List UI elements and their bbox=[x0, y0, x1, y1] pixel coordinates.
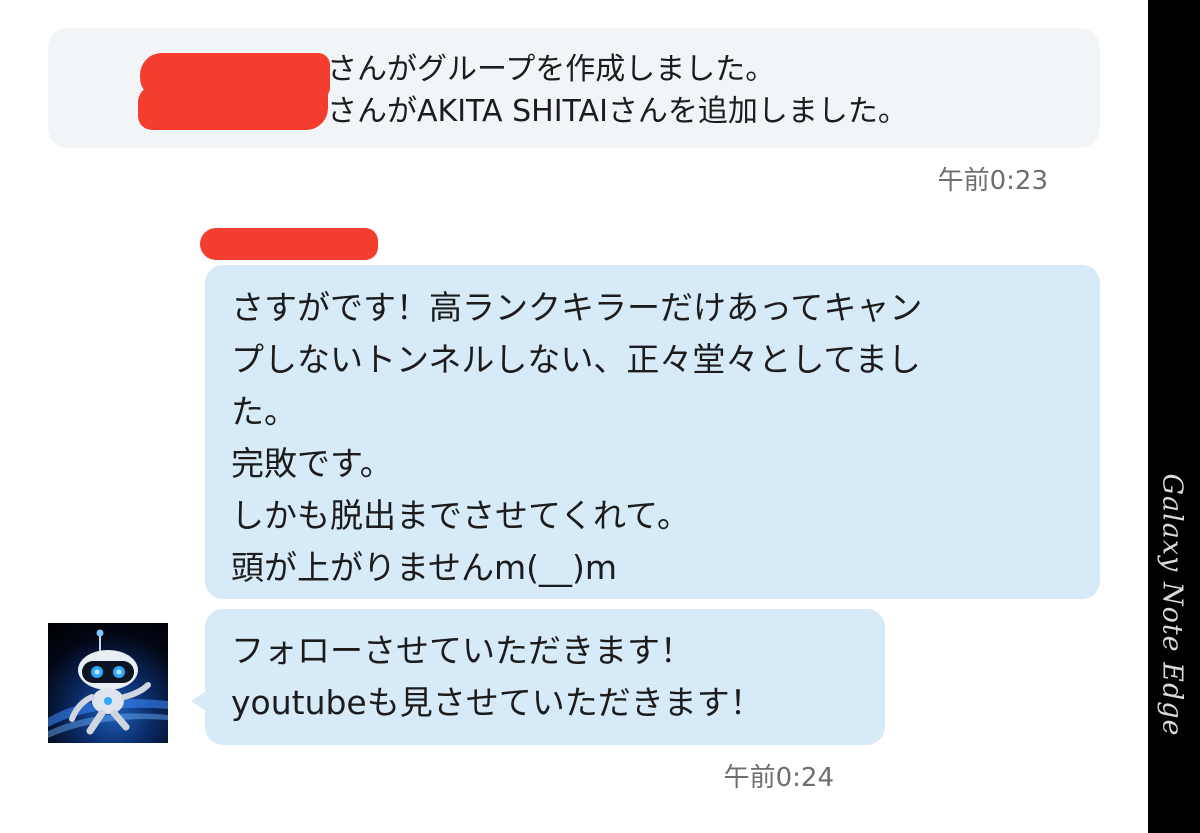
message-line: プしないトンネルしない、正々堂々としてまし bbox=[231, 340, 921, 379]
message-timestamp: 午前0:23 bbox=[937, 166, 1048, 196]
message-timestamp: 午前0:24 bbox=[723, 763, 834, 793]
robot-avatar-icon bbox=[48, 629, 168, 738]
message-line: しかも脱出までさせてくれて。 bbox=[231, 496, 691, 535]
message-line: さすがです！高ランクキラーだけあってキャン bbox=[231, 288, 923, 327]
chat-area[interactable]: さんがグループを作成しました。 さんがAKITA SHITAIさんを追加しました… bbox=[0, 0, 1148, 833]
message-line: た。 bbox=[231, 392, 297, 431]
message-line: フォローさせていただきます！ bbox=[231, 631, 693, 670]
message-line: youtubeも見させていただきます！ bbox=[231, 683, 763, 722]
message-line: 頭が上がりませんm(__)m bbox=[231, 548, 618, 587]
sender-avatar[interactable] bbox=[48, 623, 168, 743]
sender-name-redaction bbox=[200, 228, 378, 260]
redaction-mark bbox=[138, 86, 328, 130]
message-line: 完敗です。 bbox=[231, 444, 393, 483]
group-created-text: さんがグループを作成しました。 bbox=[327, 52, 776, 87]
member-added-text: さんがAKITA SHITAIさんを追加しました。 bbox=[327, 94, 908, 129]
device-watermark: Galaxy Note Edge bbox=[1156, 473, 1188, 737]
message-bubble[interactable]: さすがです！高ランクキラーだけあってキャン プしないトンネルしない、正々堂々とし… bbox=[205, 265, 1100, 599]
message-bubble[interactable]: フォローさせていただきます！ youtubeも見させていただきます！ bbox=[191, 609, 885, 745]
